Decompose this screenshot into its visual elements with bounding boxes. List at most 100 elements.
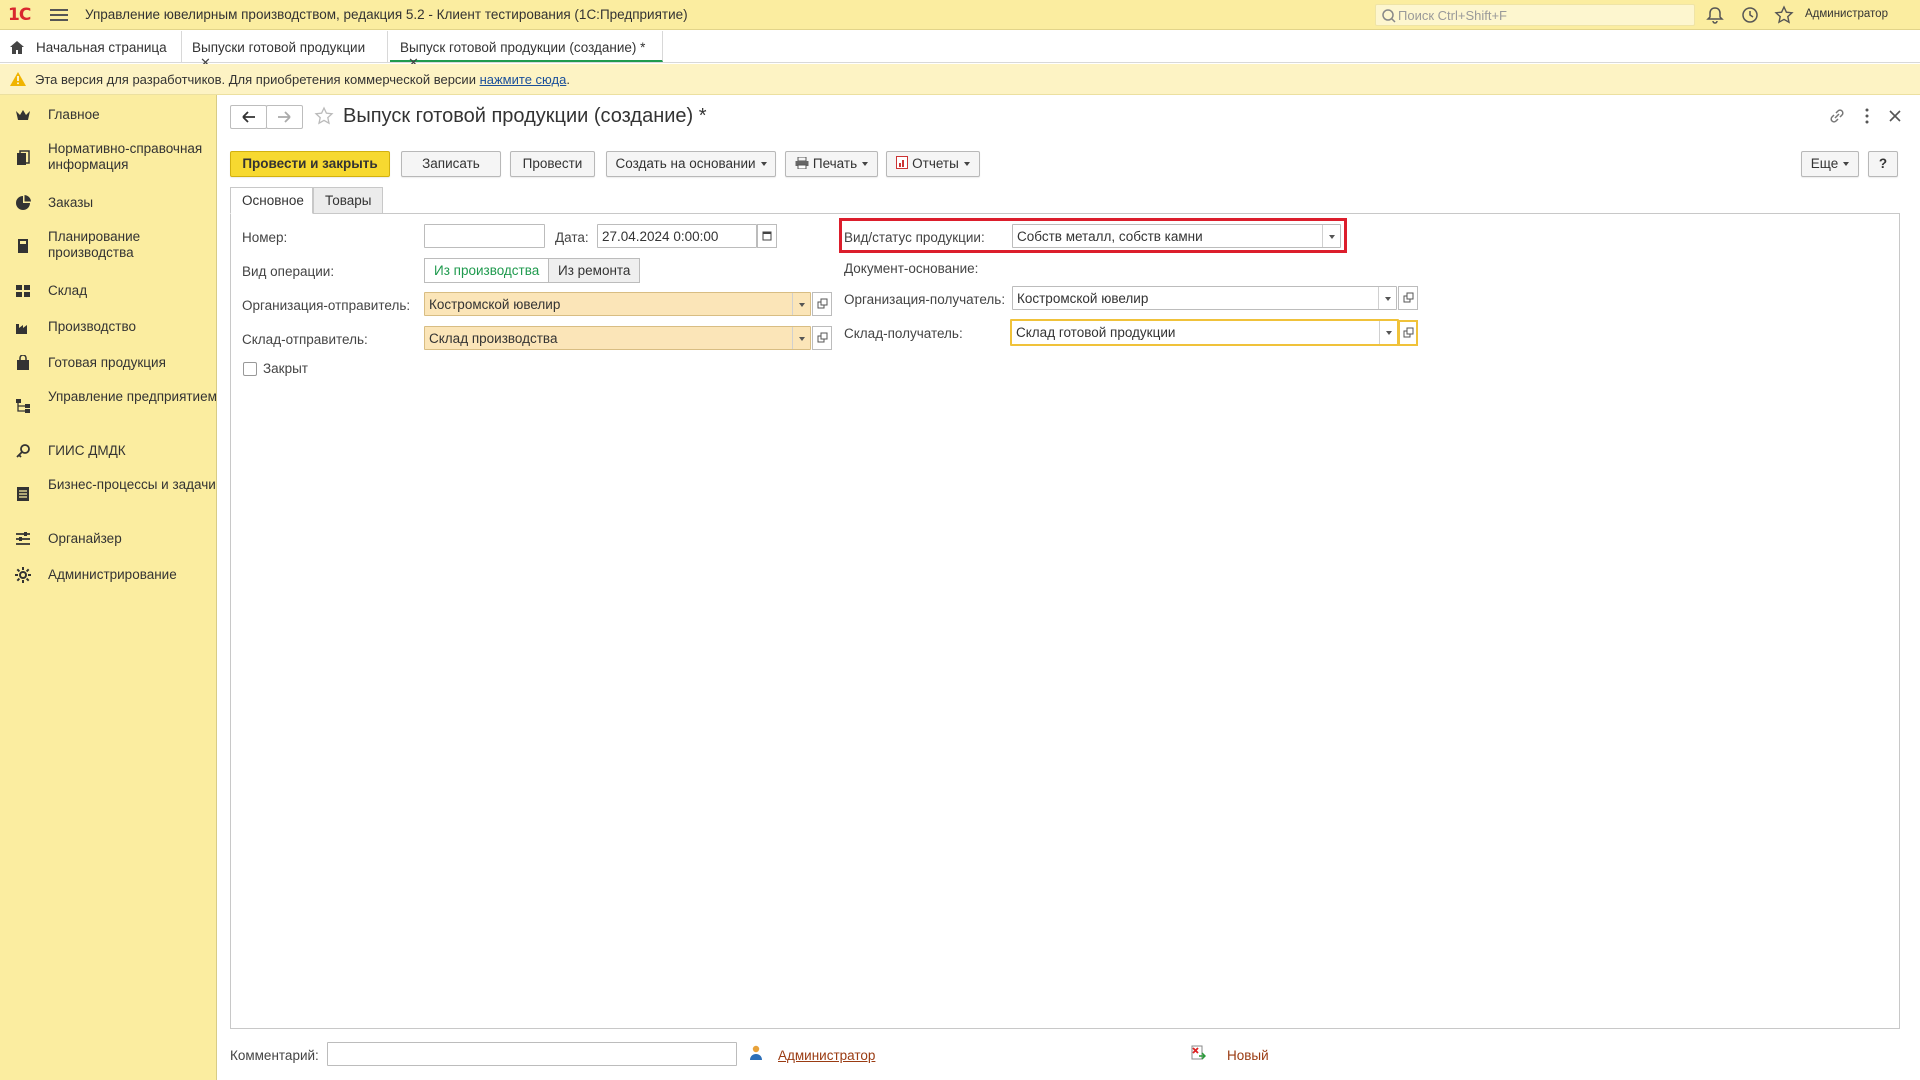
recipient-wh-field[interactable]: Склад готовой продукции — [1010, 319, 1399, 346]
open-icon — [1403, 292, 1414, 303]
tab-label: Выпуски готовой продукции — [192, 40, 366, 55]
favorite-star-icon[interactable] — [314, 106, 334, 126]
print-button[interactable]: Печать — [785, 151, 878, 177]
sender-org-field[interactable]: Костромской ювелир — [424, 292, 811, 316]
dropdown-arrow-icon[interactable] — [1379, 321, 1397, 344]
title-bar: 1С Управление ювелирным производством, р… — [0, 0, 1920, 30]
favorites-star-icon[interactable] — [1774, 5, 1794, 25]
author-link[interactable]: Администратор — [778, 1048, 875, 1063]
calendar-icon — [762, 231, 772, 241]
report-icon — [896, 156, 909, 169]
sidebar-item-production[interactable]: Производство — [0, 317, 217, 337]
sidebar-item-business-processes[interactable]: Бизнес-процессы и задачи — [0, 477, 217, 511]
date-field[interactable]: 27.04.2024 0:00:00 — [597, 224, 757, 248]
grid-icon — [16, 285, 30, 297]
tab-home[interactable]: Начальная страница — [0, 31, 182, 62]
tab-outputs-list[interactable]: Выпуски готовой продукции ✕ — [182, 31, 388, 70]
home-icon — [10, 41, 24, 54]
buy-link[interactable]: нажмите сюда — [480, 72, 567, 87]
arrow-right-icon — [278, 111, 291, 123]
open-icon — [817, 332, 828, 343]
open-sender-wh-button[interactable] — [812, 326, 832, 350]
gear-icon — [15, 567, 31, 583]
search-icon — [1382, 9, 1396, 23]
history-icon[interactable] — [1740, 5, 1760, 25]
app-logo: 1С — [8, 5, 31, 25]
menu-icon[interactable] — [50, 6, 68, 24]
document-state: Новый — [1227, 1048, 1269, 1063]
developer-warning-bar: Эта версия для разработчиков. Для приобр… — [0, 64, 1920, 95]
back-button[interactable] — [230, 105, 267, 129]
post-button[interactable]: Провести — [510, 151, 595, 177]
operation-from-production[interactable]: Из производства — [424, 258, 550, 283]
sidebar-item-warehouse[interactable]: Склад — [0, 281, 217, 301]
bag-icon — [17, 355, 29, 370]
close-window-icon[interactable] — [1886, 107, 1904, 125]
current-user[interactable]: Администратор — [1805, 8, 1888, 20]
form-title: Выпуск готовой продукции (создание) * — [343, 105, 707, 127]
comment-label: Комментарий: — [230, 1048, 319, 1063]
tab-label: Выпуск готовой продукции (создание) * — [400, 40, 646, 55]
dropdown-arrow-icon[interactable] — [1322, 225, 1340, 247]
tasks-icon — [17, 487, 29, 501]
calendar-button[interactable] — [757, 224, 777, 248]
dropdown-arrow-icon[interactable] — [792, 327, 810, 349]
sidebar-item-main[interactable]: Главное — [0, 105, 217, 125]
arrow-left-icon — [242, 111, 255, 123]
product-status-field[interactable]: Собств металл, собств камни — [1012, 224, 1341, 248]
sidebar-item-administration[interactable]: Администрирование — [0, 565, 217, 585]
help-button[interactable]: ? — [1868, 151, 1898, 177]
save-button[interactable]: Записать — [401, 151, 501, 177]
bell-icon[interactable] — [1705, 5, 1725, 25]
app-title: Управление ювелирным производством, реда… — [85, 7, 688, 22]
tab-goods[interactable]: Товары — [313, 187, 383, 214]
document-state-icon — [1191, 1045, 1206, 1060]
post-and-close-button[interactable]: Провести и закрыть — [230, 151, 390, 177]
sidebar-item-enterprise[interactable]: Управление предприятием — [0, 389, 217, 423]
sidebar-item-organizer[interactable]: Органайзер — [0, 529, 217, 549]
product-status-label: Вид/статус продукции: — [844, 230, 985, 245]
open-recipient-wh-button[interactable] — [1398, 320, 1418, 346]
tab-output-create[interactable]: Выпуск готовой продукции (создание) * ✕ — [390, 31, 663, 70]
chevron-down-icon — [862, 162, 869, 167]
user-icon — [750, 1045, 762, 1060]
operation-label: Вид операции: — [242, 264, 335, 279]
sidebar-item-finished-goods[interactable]: Готовая продукция — [0, 353, 217, 373]
open-sender-org-button[interactable] — [812, 292, 832, 316]
closed-checkbox[interactable] — [243, 362, 257, 376]
sidebar-item-giis[interactable]: ГИИС ДМДК — [0, 441, 217, 461]
more-button[interactable]: Еще — [1801, 151, 1859, 177]
reports-button[interactable]: Отчеты — [886, 151, 980, 177]
create-based-on-button[interactable]: Создать на основании — [606, 151, 776, 177]
sender-org-label: Организация-отправитель: — [242, 298, 411, 313]
sidebar-item-orders[interactable]: Заказы — [0, 193, 217, 213]
more-vertical-icon[interactable] — [1858, 107, 1876, 125]
calculator-icon — [18, 239, 28, 253]
recipient-org-label: Организация-получатель: — [844, 292, 1006, 307]
tab-main[interactable]: Основное — [230, 187, 313, 214]
chevron-down-icon — [760, 162, 767, 167]
chevron-down-icon — [963, 162, 970, 167]
number-field[interactable] — [424, 224, 545, 248]
open-recipient-org-button[interactable] — [1398, 286, 1418, 310]
operation-from-repair[interactable]: Из ремонта — [548, 258, 641, 283]
sender-wh-field[interactable]: Склад производства — [424, 326, 811, 350]
key-icon — [16, 444, 30, 458]
tab-label: Начальная страница — [36, 40, 167, 55]
base-doc-label: Документ-основание: — [844, 261, 979, 276]
warning-text: Эта версия для разработчиков. Для приобр… — [35, 72, 570, 87]
comment-field[interactable] — [327, 1042, 737, 1066]
chevron-down-icon — [1843, 162, 1850, 167]
link-icon[interactable] — [1828, 107, 1846, 125]
search-input[interactable]: Поиск Ctrl+Shift+F — [1375, 4, 1695, 26]
open-windows-bar: Начальная страница Выпуски готовой проду… — [0, 30, 1920, 70]
recipient-org-field[interactable]: Костромской ювелир — [1012, 286, 1397, 310]
sections-panel: Главное Нормативно-справочная информация… — [0, 95, 217, 1080]
dropdown-arrow-icon[interactable] — [792, 293, 810, 315]
search-placeholder: Поиск Ctrl+Shift+F — [1398, 8, 1507, 23]
sidebar-item-reference[interactable]: Нормативно-справочная информация — [0, 141, 217, 175]
dropdown-arrow-icon[interactable] — [1378, 287, 1396, 309]
forward-button[interactable] — [266, 105, 303, 129]
open-icon — [817, 298, 828, 309]
sidebar-item-planning[interactable]: Планирование производства — [0, 229, 217, 263]
